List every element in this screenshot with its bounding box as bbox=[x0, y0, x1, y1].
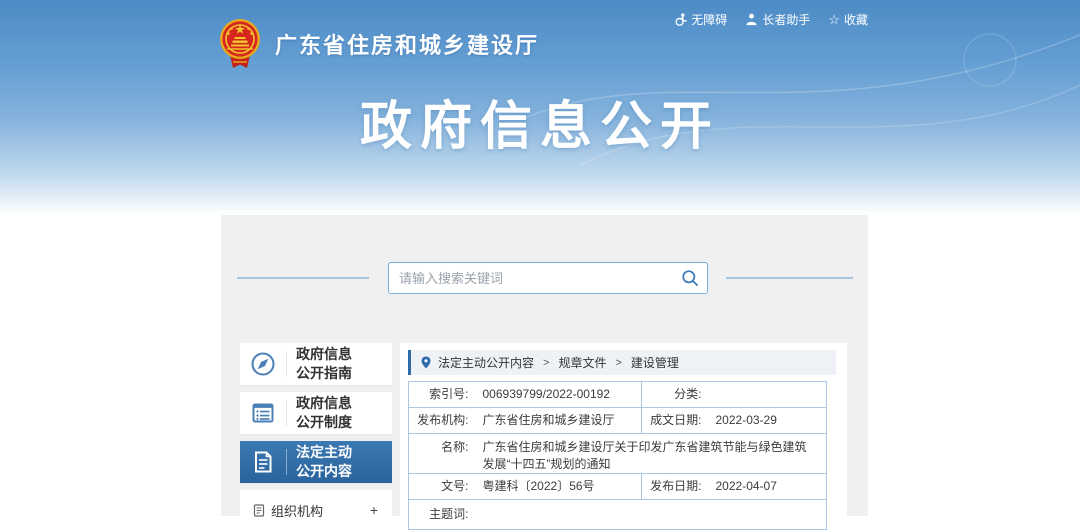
sidebar-item-label: 法定主动 公开内容 bbox=[287, 443, 352, 481]
page-title: 政府信息公开 bbox=[0, 84, 1080, 159]
sidebar-item-disclosure-system[interactable]: 政府信息 公开制度 bbox=[240, 392, 392, 434]
sidebar-item-disclosure-guide[interactable]: 政府信息 公开指南 bbox=[240, 343, 392, 385]
sidebar-item-label: 政府信息 公开制度 bbox=[287, 394, 352, 432]
favorite-label: 收藏 bbox=[844, 11, 868, 28]
page-header: 无障碍 长者助手 ☆ 收藏 bbox=[0, 0, 1080, 215]
doc-no-value: 粤建科〔2022〕56号 bbox=[475, 474, 642, 500]
agency-label: 发布机构: bbox=[409, 408, 475, 434]
agency-value: 广东省住房和城乡建设厅 bbox=[475, 408, 642, 434]
location-pin-icon bbox=[421, 356, 431, 369]
date-written-label: 成文日期: bbox=[642, 408, 708, 434]
sidebar-label-line1: 政府信息 bbox=[296, 395, 352, 411]
star-icon: ☆ bbox=[828, 13, 840, 26]
elder-helper-label: 长者助手 bbox=[762, 11, 810, 28]
document-icon bbox=[240, 449, 286, 475]
table-row-docno: 文号: 粤建科〔2022〕56号 发布日期: 2022-04-07 bbox=[409, 474, 827, 500]
breadcrumb-item-regulations[interactable]: 规章文件 bbox=[558, 354, 606, 371]
elder-helper-link[interactable]: 长者助手 bbox=[745, 11, 810, 28]
table-row-name: 名称: 广东省住房和城乡建设厅关于印发广东省建筑节能与绿色建筑发展“十四五”规划… bbox=[409, 434, 827, 474]
date-written-value: 2022-03-29 bbox=[708, 408, 827, 434]
category-label: 分类: bbox=[642, 382, 708, 408]
elder-helper-icon bbox=[745, 13, 758, 26]
breadcrumb-separator: > bbox=[615, 357, 621, 369]
sidebar-label-line1: 政府信息 bbox=[296, 346, 352, 362]
sidebar-label-line2: 公开制度 bbox=[296, 414, 352, 430]
breadcrumb: 法定主动公开内容 > 规章文件 > 建设管理 bbox=[408, 350, 836, 375]
search-button[interactable] bbox=[673, 263, 707, 293]
breadcrumb-separator: > bbox=[543, 357, 549, 369]
index-value: 006939799/2022-00192 bbox=[475, 382, 642, 408]
sidebar-item-statutory-disclosure[interactable]: 法定主动 公开内容 bbox=[240, 441, 392, 483]
table-row-agency: 发布机构: 广东省住房和城乡建设厅 成文日期: 2022-03-29 bbox=[409, 408, 827, 434]
doc-no-label: 文号: bbox=[409, 474, 475, 500]
search-bar bbox=[388, 262, 708, 294]
name-value: 广东省住房和城乡建设厅关于印发广东省建筑节能与绿色建筑发展“十四五”规划的通知 bbox=[475, 434, 827, 474]
search-divider-left bbox=[237, 277, 369, 279]
search-icon bbox=[681, 269, 699, 287]
accessibility-label: 无障碍 bbox=[691, 11, 727, 28]
sidebar-label-line2: 公开内容 bbox=[296, 463, 352, 479]
document-detail-table: 索引号: 006939799/2022-00192 分类: 发布机构: 广东省住… bbox=[408, 381, 827, 530]
sidebar-subitem-organization[interactable]: 组织机构 + bbox=[240, 490, 392, 530]
topbar: 无障碍 长者助手 ☆ 收藏 bbox=[674, 11, 868, 28]
index-label: 索引号: bbox=[409, 382, 475, 408]
site-brand[interactable]: 广东省住房和城乡建设厅 bbox=[218, 18, 539, 70]
subject-value bbox=[475, 500, 827, 530]
subject-label: 主题词: bbox=[409, 500, 475, 530]
accessibility-icon bbox=[674, 13, 687, 26]
category-value bbox=[708, 382, 827, 408]
site-name: 广东省住房和城乡建设厅 bbox=[275, 28, 539, 60]
sidebar-label-line2: 公开指南 bbox=[296, 365, 352, 381]
list-icon bbox=[240, 400, 286, 426]
table-row-index: 索引号: 006939799/2022-00192 分类: bbox=[409, 382, 827, 408]
favorite-link[interactable]: ☆ 收藏 bbox=[828, 11, 868, 28]
sidebar-label-line1: 法定主动 bbox=[296, 444, 352, 460]
table-row-subject: 主题词: bbox=[409, 500, 827, 530]
sidebar-item-label: 政府信息 公开指南 bbox=[287, 345, 352, 383]
accessibility-link[interactable]: 无障碍 bbox=[674, 11, 727, 28]
national-emblem-logo bbox=[218, 18, 262, 70]
search-input[interactable] bbox=[389, 263, 673, 293]
breadcrumb-item-statutory[interactable]: 法定主动公开内容 bbox=[438, 354, 534, 371]
page-icon bbox=[253, 504, 265, 517]
pub-date-label: 发布日期: bbox=[642, 474, 708, 500]
name-label: 名称: bbox=[409, 434, 475, 474]
breadcrumb-item-construction[interactable]: 建设管理 bbox=[631, 354, 679, 371]
subitem-label: 组织机构 bbox=[271, 501, 323, 520]
compass-icon bbox=[240, 351, 286, 377]
pub-date-value: 2022-04-07 bbox=[708, 474, 827, 500]
search-divider-right bbox=[726, 277, 853, 279]
